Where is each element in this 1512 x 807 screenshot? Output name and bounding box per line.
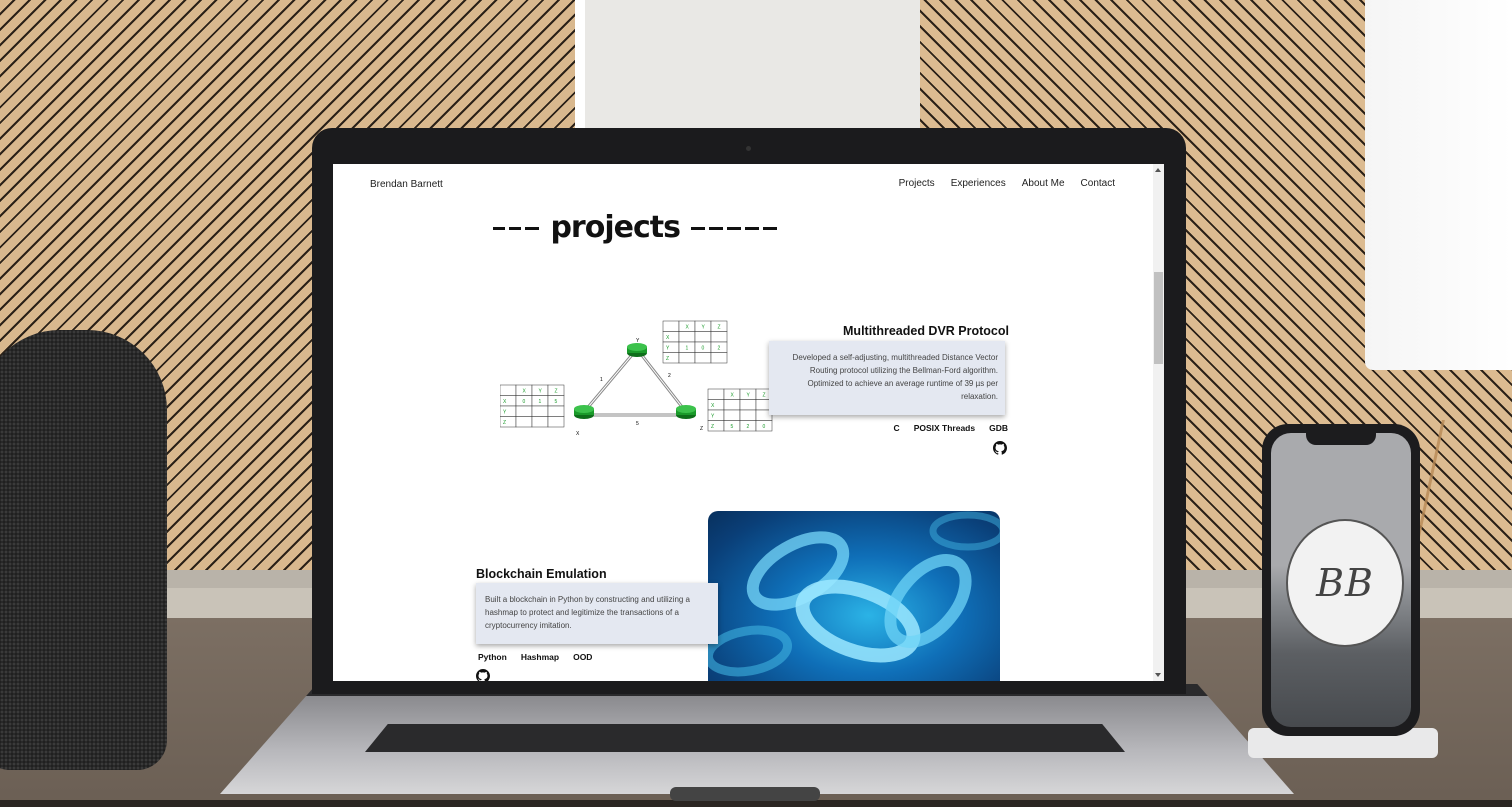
table-cell xyxy=(678,331,696,343)
table-cell xyxy=(515,416,533,428)
table-cell-text: 1 xyxy=(539,399,542,405)
nav-link-projects[interactable]: Projects xyxy=(899,178,935,189)
tag: GDB xyxy=(989,423,1008,433)
routing-table-y: X Y ZXY 1 0 2Z xyxy=(662,320,728,364)
table-cell-text: 5 xyxy=(555,399,558,405)
table-cell-text: Z xyxy=(718,325,721,331)
table-cell xyxy=(723,399,741,411)
router-x xyxy=(574,405,594,419)
wall-gap xyxy=(585,0,920,135)
laptop-keyboard xyxy=(365,724,1125,752)
website-viewport: Brendan Barnett Projects Experiences Abo… xyxy=(333,164,1153,681)
weight-xy: 1 xyxy=(600,377,603,383)
smart-speaker xyxy=(0,330,167,770)
tag: C xyxy=(893,423,900,433)
heading-dash xyxy=(691,227,706,230)
wall-gap-edge xyxy=(575,0,585,135)
heading-dash xyxy=(709,227,724,230)
github-icon[interactable] xyxy=(476,669,490,681)
node-label-x: X xyxy=(576,431,580,437)
table-cell xyxy=(531,405,549,417)
nav-links: Projects Experiences About Me Contact xyxy=(899,178,1115,189)
blockchain-chain-image xyxy=(708,511,1000,681)
table-cell xyxy=(531,416,549,428)
scroll-down-arrow-icon[interactable] xyxy=(1155,673,1161,677)
table-cell xyxy=(678,352,696,364)
nav-link-contact[interactable]: Contact xyxy=(1081,178,1115,189)
heading-dash xyxy=(727,227,742,230)
table-cell-text: 0 xyxy=(702,346,705,352)
tag: Python xyxy=(478,652,507,662)
router-y xyxy=(627,343,647,357)
weight-yz: 2 xyxy=(668,373,671,379)
heading-dash xyxy=(509,227,521,230)
scrollbar-thumb[interactable] xyxy=(1154,272,1163,364)
section-heading-text: projects xyxy=(550,210,680,245)
table-cell xyxy=(723,409,741,421)
tag: Hashmap xyxy=(520,652,560,662)
laptop-notch xyxy=(670,787,820,801)
weight-xz: 5 xyxy=(636,421,639,427)
project-tags: Python Hashmap OOD xyxy=(478,652,592,662)
table-cell-text: 2 xyxy=(747,424,750,430)
table-cell xyxy=(739,399,757,411)
heading-dash xyxy=(763,227,778,230)
nav-link-experiences[interactable]: Experiences xyxy=(951,178,1006,189)
table-cell xyxy=(707,388,725,400)
table-cell xyxy=(515,405,533,417)
section-heading: projects xyxy=(491,210,779,245)
table-cell-text: 2 xyxy=(718,346,721,352)
table-cell-text: 0 xyxy=(763,424,766,430)
project-title: Multithreaded DVR Protocol xyxy=(843,324,1009,338)
tag: POSIX Threads xyxy=(913,423,976,433)
project-description-card: Developed a self-adjusting, multithreade… xyxy=(769,341,1005,415)
table-cell xyxy=(547,405,565,417)
table-cell xyxy=(662,320,680,332)
table-cell-text: 0 xyxy=(523,399,526,405)
table-cell-text: Z xyxy=(503,420,506,426)
routing-table-x: X Y ZX 0 1 5YZ xyxy=(500,384,565,428)
project-description-card: Built a blockchain in Python by construc… xyxy=(476,583,718,644)
desk-edge xyxy=(0,800,1512,807)
heading-dash xyxy=(525,227,539,230)
nav-brand[interactable]: Brendan Barnett xyxy=(370,179,443,190)
table-cell-text: 5 xyxy=(731,424,734,430)
bb-logo[interactable]: BB xyxy=(1286,519,1404,647)
table-cell xyxy=(500,384,517,396)
github-icon[interactable] xyxy=(993,441,1007,455)
table-cell xyxy=(710,352,728,364)
edge-xy-inner xyxy=(583,348,638,413)
node-label-y: Y xyxy=(636,338,640,344)
dvr-network-diagram: 1 2 5 X Y Z X Y ZX 0 1 5YZX Y ZXY 1 0 2ZX Y ZXYZ 5 2 0 xyxy=(500,320,773,437)
lamp-shade xyxy=(1365,0,1512,370)
table-cell xyxy=(710,331,728,343)
project-title: Blockchain Emulation xyxy=(476,567,607,581)
scroll-up-arrow-icon[interactable] xyxy=(1155,168,1161,172)
project-tags: C POSIX Threads GDB xyxy=(894,423,1008,433)
routing-table-z: X Y ZXYZ 5 2 0 xyxy=(707,388,773,432)
table-cell xyxy=(694,352,712,364)
heading-dash xyxy=(745,227,760,230)
chain-links-illustration xyxy=(708,511,1000,677)
bb-logo-text: BB xyxy=(1316,561,1374,605)
table-cell xyxy=(739,409,757,421)
table-cell-text: Z xyxy=(555,389,558,395)
table-cell xyxy=(694,331,712,343)
table-cell-text: Z xyxy=(666,356,669,362)
scrollbar[interactable] xyxy=(1153,164,1164,681)
phone-notch xyxy=(1306,433,1376,445)
table-cell xyxy=(547,416,565,428)
table-cell-text: Z xyxy=(763,393,766,399)
laptop-camera xyxy=(746,146,751,151)
tag: OOD xyxy=(573,652,593,662)
node-label-z: Z xyxy=(700,426,703,432)
router-z xyxy=(676,405,696,419)
heading-dash xyxy=(493,227,505,230)
nav-link-about-me[interactable]: About Me xyxy=(1022,178,1065,189)
table-cell-text: 1 xyxy=(686,346,689,352)
table-cell-text: Z xyxy=(711,424,714,430)
